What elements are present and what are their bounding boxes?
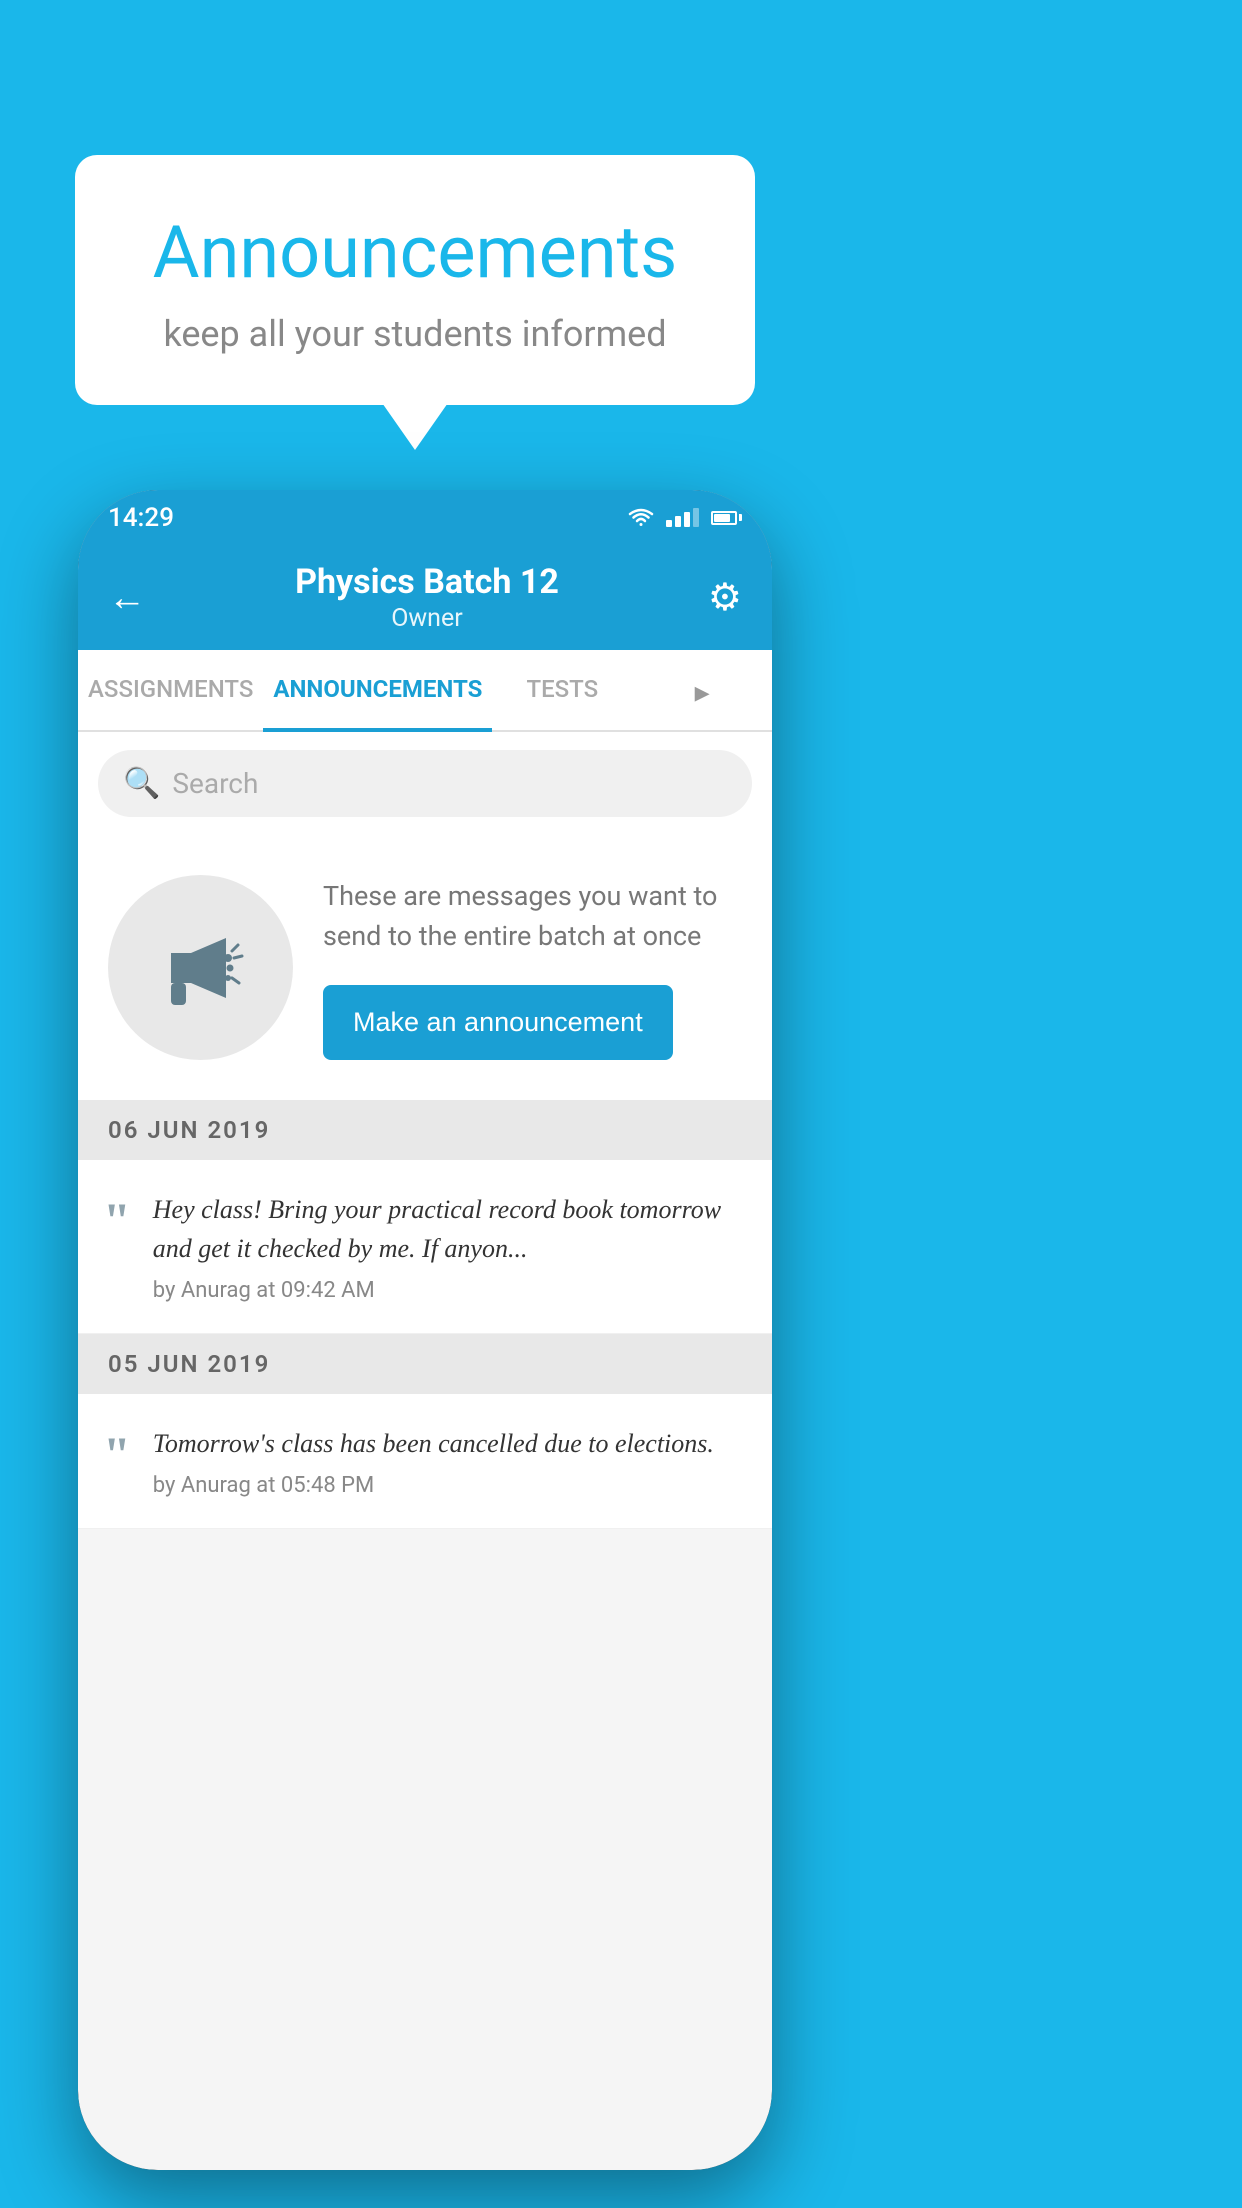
announcement-right: These are messages you want to send to t… (323, 876, 742, 1060)
search-placeholder: Search (172, 767, 258, 800)
speech-bubble-subtitle: keep all your students informed (135, 313, 695, 355)
wifi-icon (628, 508, 654, 528)
megaphone-icon (156, 923, 246, 1013)
settings-button[interactable]: ⚙ (708, 575, 742, 620)
header-center: Physics Batch 12 Owner (295, 562, 559, 633)
status-icons (628, 508, 742, 528)
battery-icon (711, 511, 742, 525)
message-text-1: Hey class! Bring your practical record b… (153, 1190, 747, 1268)
search-icon: 🔍 (123, 766, 160, 801)
message-item-2[interactable]: " Tomorrow's class has been cancelled du… (78, 1394, 772, 1529)
battery-tip (739, 514, 742, 521)
announcement-icon-circle (108, 875, 293, 1060)
search-input-wrap[interactable]: 🔍 Search (98, 750, 752, 817)
search-container: 🔍 Search (78, 732, 772, 835)
signal-bar-1 (666, 520, 672, 527)
signal-bar-3 (684, 512, 690, 527)
tab-announcements[interactable]: ANNOUNCEMENTS (263, 650, 492, 730)
battery-body (711, 511, 737, 525)
signal-bar-2 (675, 516, 681, 527)
quote-icon-2: " (103, 1429, 131, 1479)
speech-bubble: Announcements keep all your students inf… (75, 155, 755, 405)
tab-tests[interactable]: TESTS (492, 650, 632, 730)
phone-outer: 14:29 (78, 490, 772, 2170)
announcement-empty-state: These are messages you want to send to t… (78, 835, 772, 1100)
date-separator-2: 05 JUN 2019 (78, 1334, 772, 1394)
signal-bars (666, 508, 699, 527)
message-meta-2: by Anurag at 05:48 PM (153, 1473, 747, 1498)
battery-fill (714, 514, 730, 522)
message-text-2: Tomorrow's class has been cancelled due … (153, 1424, 747, 1463)
message-content-2: Tomorrow's class has been cancelled due … (153, 1424, 747, 1498)
speech-bubble-title: Announcements (135, 210, 695, 295)
tabs-bar: ASSIGNMENTS ANNOUNCEMENTS TESTS ▸ (78, 650, 772, 732)
header-title: Physics Batch 12 (295, 562, 559, 602)
announcement-description: These are messages you want to send to t… (323, 876, 742, 957)
back-button[interactable]: ← (108, 576, 146, 620)
phone-wrapper: 14:29 (78, 490, 772, 2170)
signal-bar-4 (693, 508, 699, 527)
speech-bubble-container: Announcements keep all your students inf… (75, 155, 755, 405)
message-meta-1: by Anurag at 09:42 AM (153, 1278, 747, 1303)
app-header: ← Physics Batch 12 Owner ⚙ (78, 545, 772, 650)
message-content-1: Hey class! Bring your practical record b… (153, 1190, 747, 1303)
quote-icon-1: " (103, 1195, 131, 1245)
tab-more[interactable]: ▸ (632, 650, 772, 730)
phone-screen: 14:29 (78, 490, 772, 2170)
status-bar: 14:29 (78, 490, 772, 545)
date-separator-1: 06 JUN 2019 (78, 1100, 772, 1160)
status-time: 14:29 (108, 503, 174, 533)
header-subtitle: Owner (295, 604, 559, 633)
message-item-1[interactable]: " Hey class! Bring your practical record… (78, 1160, 772, 1334)
make-announcement-button[interactable]: Make an announcement (323, 985, 673, 1060)
tab-assignments[interactable]: ASSIGNMENTS (78, 650, 263, 730)
